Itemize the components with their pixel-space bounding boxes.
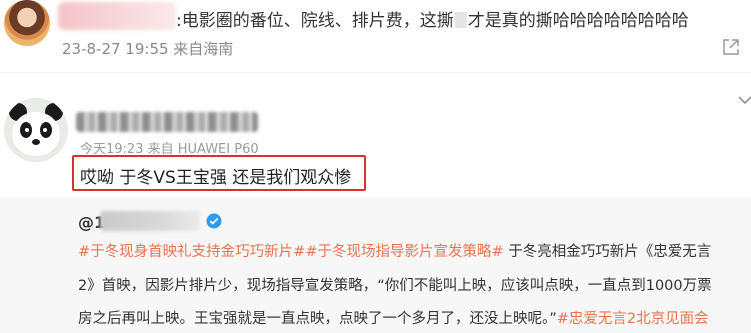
post-text-suffix: 才是真的撕哈哈哈哈哈哈哈哈 <box>467 11 689 31</box>
comment-text: 哎呦 于冬VS王宝强 还是我们观众惨 <box>80 168 352 188</box>
author-avatar[interactable] <box>4 0 50 46</box>
quoted-text: 房之后再叫上映。王宝强就是一直点映，点映了一个多月了，还没上映呢。” <box>78 311 557 327</box>
topic-link[interactable]: #于冬现场指导影片宣发策略# <box>305 244 503 260</box>
blurred-commenter-name[interactable] <box>76 112 258 132</box>
post-text-prefix: :电影圈的番位、院线、排片费，这撕 <box>176 11 454 31</box>
chevron-down-icon[interactable] <box>738 96 751 106</box>
redaction-mask <box>454 12 467 28</box>
quoted-text: 于冬亮相金巧巧新片《忠爱无言 <box>503 244 712 260</box>
quoted-text-line-1: #于冬现身首映礼支持金巧巧新片##于冬现场指导影片宣发策略# 于冬亮相金巧巧新片… <box>78 242 711 262</box>
quoted-text-line-2: 2》首映，因影片排片少，现场指导宣发策略，“你们不能叫上映，应该叫点映，一直点到… <box>78 278 712 294</box>
verified-icon <box>206 213 222 229</box>
blurred-quoted-author[interactable] <box>100 211 200 231</box>
post-meta: 23-8-27 19:55 来自海南 <box>62 40 234 58</box>
post-text: :电影圈的番位、院线、排片费，这撕 才是真的撕哈哈哈哈哈哈哈哈 <box>176 6 689 31</box>
share-icon[interactable] <box>722 38 740 56</box>
blurred-author-name[interactable] <box>58 2 176 30</box>
topic-link[interactable]: #忠爱无言2北京见面会 <box>557 311 709 327</box>
topic-link[interactable]: #于冬现身首映礼支持金巧巧新片# <box>78 244 305 260</box>
quoted-text-line-3: 房之后再叫上映。王宝强就是一直点映，点映了一个多月了，还没上映呢。”#忠爱无言2… <box>78 309 709 329</box>
commenter-avatar[interactable] <box>4 98 68 162</box>
divider <box>0 72 751 73</box>
